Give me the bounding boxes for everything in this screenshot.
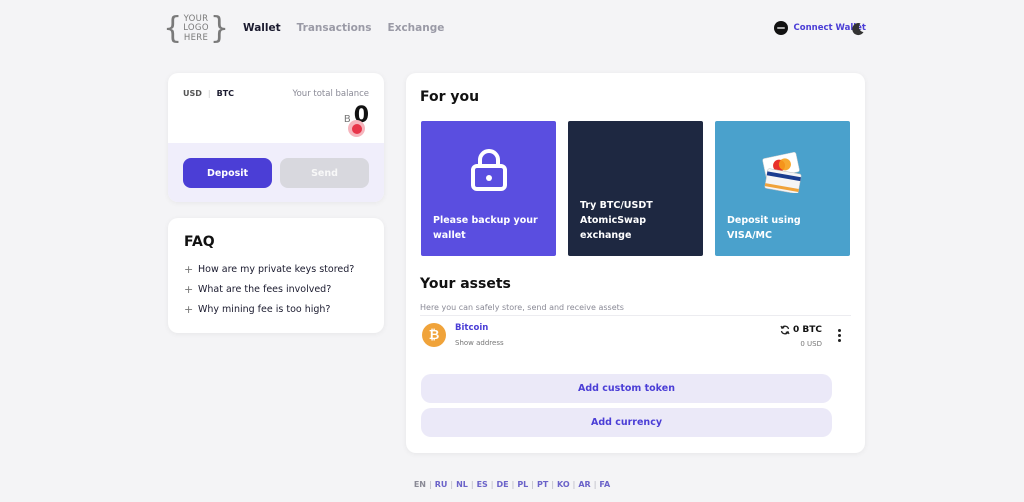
lang-pl[interactable]: PL [517,480,528,489]
faq-item[interactable]: + How are my private keys stored? [184,259,354,279]
currency-separator: | [207,89,211,98]
lang-de[interactable]: DE [497,480,509,489]
send-button[interactable]: Send [280,158,369,188]
faq-question: Why mining fee is too high? [198,303,331,315]
lang-separator: | [470,480,474,489]
asset-amount-text: 0 BTC [793,325,822,335]
lang-separator: | [450,480,454,489]
nav-exchange[interactable]: Exchange [388,22,445,34]
currency-switch: USD | BTC [183,89,234,98]
faq-item[interactable]: + Why mining fee is too high? [184,299,354,319]
show-address-link[interactable]: Show address [455,339,504,347]
language-switcher: EN | RU | NL | ES | DE | PL | PT | KO | AR | FA [0,480,1024,489]
lang-ar[interactable]: AR [578,480,590,489]
lang-separator: | [429,480,432,489]
lang-en[interactable]: EN [414,480,426,489]
faq-question: How are my private keys stored? [198,263,355,275]
logo-text: YOUR LOGO HERE [183,14,209,44]
faq-list: + How are my private keys stored? + What a… [184,259,354,319]
currency-usd[interactable]: USD [183,89,202,98]
asset-name[interactable]: Bitcoin [455,323,488,333]
lang-separator: | [593,480,597,489]
deposit-button[interactable]: Deposit [183,158,272,188]
moon-icon[interactable] [851,22,865,36]
tile-atomic-swap[interactable]: Try BTC/USDT AtomicSwap exchange [568,121,703,256]
wallet-avatar-icon [773,21,788,35]
faq-question: What are the fees involved? [198,283,332,295]
divider [420,315,851,316]
total-balance-label: Your total balance [292,89,369,99]
add-custom-token-button[interactable]: Add custom token [421,374,832,403]
balance-card: USD | BTC Your total balance B 0 Deposit… [168,73,384,202]
assets-title: Your assets [420,276,511,292]
nav-transactions[interactable]: Transactions [297,22,372,34]
credit-cards-icon [762,152,802,193]
plus-icon: + [184,262,194,276]
lang-separator: | [531,480,534,489]
tile-caption: Try BTC/USDT AtomicSwap exchange [580,200,653,241]
refresh-icon[interactable] [780,325,790,335]
logo[interactable]: { YOUR LOGO HERE } [163,12,229,46]
plus-icon: + [184,302,194,316]
lang-separator: | [572,480,576,489]
faq-title: FAQ [184,234,215,250]
for-you-title: For you [420,89,480,105]
lang-separator: | [511,480,515,489]
bitcoin-icon: ₿ [422,323,446,347]
nav-wallet[interactable]: Wallet [243,22,281,34]
plus-icon: + [184,282,194,296]
record-indicator-icon [348,120,365,137]
tile-caption: Please backup your wallet [433,215,538,241]
faq-item[interactable]: + What are the fees involved? [184,279,354,299]
faq-card: FAQ + How are my private keys stored? + Wh… [168,218,384,333]
asset-row-bitcoin[interactable]: ₿ Bitcoin Show address 0 BTC 0 USD [420,321,850,351]
lang-nl[interactable]: NL [456,480,468,489]
lang-pt[interactable]: PT [537,480,548,489]
main-nav: Wallet Transactions Exchange [243,22,444,34]
assets-subtitle: Here you can safely store, send and rece… [420,303,624,312]
logo-right-brace: } [209,11,229,46]
lang-fa[interactable]: FA [599,480,610,489]
tile-caption: Deposit using VISA/MC [727,215,801,241]
add-currency-button[interactable]: Add currency [421,408,832,437]
more-options-icon[interactable] [836,329,842,343]
tile-deposit-visa[interactable]: Deposit using VISA/MC [715,121,850,256]
asset-usd-value: 0 USD [800,340,822,348]
main-card: For you Please backup your wallet Try BT… [406,73,865,453]
currency-btc[interactable]: BTC [217,89,234,98]
logo-line: HERE [183,32,209,43]
lock-icon [471,149,507,191]
lang-separator: | [490,480,494,489]
asset-amount: 0 BTC [780,325,822,335]
lang-ko[interactable]: KO [557,480,570,489]
lang-es[interactable]: ES [477,480,488,489]
tile-backup-wallet[interactable]: Please backup your wallet [421,121,556,256]
logo-left-brace: { [163,11,183,46]
lang-separator: | [551,480,555,489]
lang-ru[interactable]: RU [435,480,448,489]
